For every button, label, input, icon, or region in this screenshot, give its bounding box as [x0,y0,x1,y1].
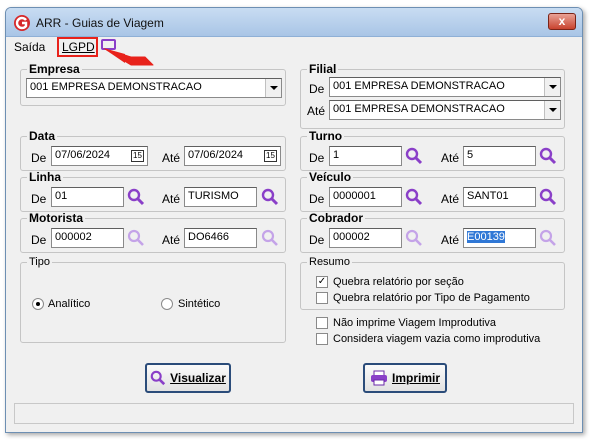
veiculo-ate-value: SANT01 [467,190,509,202]
empresa-select[interactable]: 001 EMPRESA DEMONSTRACAO [26,78,282,98]
cobrador-ate-input[interactable]: E00139 [463,228,536,248]
radio-sintetico[interactable] [161,298,173,310]
filial-de-label: De [309,82,325,96]
filial-legend: Filial [309,62,337,76]
visualizar-button[interactable]: Visualizar [145,363,231,393]
linha-ate-input[interactable]: TURISMO [184,187,257,207]
resumo-legend: Resumo [309,256,350,268]
search-icon[interactable] [405,229,423,247]
linha-de-input[interactable]: 01 [51,187,124,207]
linha-de-value: 01 [55,190,68,202]
printer-icon [370,370,387,386]
search-icon [150,370,166,386]
linha-de-label: De [31,192,47,206]
linha-ate-label: Até [162,192,181,206]
cobrador-de-input[interactable]: 000002 [329,228,402,248]
motorista-de-label: De [31,233,47,247]
sintetico-label[interactable]: Sintético [178,298,220,310]
considera-vazia-label[interactable]: Considera viagem vazia como improdutiva [333,333,540,345]
analitico-label[interactable]: Analítico [48,298,90,310]
chevron-down-icon[interactable] [265,79,281,97]
quebra-pagamento-label[interactable]: Quebra relatório por Tipo de Pagamento [333,292,530,304]
quebra-secao-label[interactable]: Quebra relatório por seção [333,276,464,288]
title-bar: ARR - Guias de Viagem x [6,8,582,37]
empresa-value: 001 EMPRESA DEMONSTRACAO [30,81,202,93]
radio-analitico[interactable] [32,298,44,310]
search-icon[interactable] [539,147,557,165]
checkbox-nao-imprime[interactable] [316,317,328,329]
turno-de-value: 1 [333,149,340,161]
turno-ate-value: 5 [467,149,474,161]
checkbox-considera-vazia[interactable] [316,333,328,345]
data-de-input[interactable]: 07/06/2024 15 [51,146,148,166]
app-logo-icon [14,15,30,31]
motorista-de-value: 000002 [55,231,92,243]
turno-de-input[interactable]: 1 [329,146,402,166]
window-title: ARR - Guias de Viagem [36,16,164,30]
imprimir-button[interactable]: Imprimir [363,363,447,393]
motorista-ate-label: Até [162,233,181,247]
search-icon[interactable] [539,188,557,206]
imprimir-label: Imprimir [391,371,440,385]
search-icon[interactable] [405,147,423,165]
checkbox-quebra-pagamento[interactable] [316,292,328,304]
linha-ate-value: TURISMO [188,190,239,202]
tipo-legend: Tipo [29,256,50,268]
filial-de-value: 001 EMPRESA DEMONSTRACAO [333,80,505,92]
data-de-label: De [31,151,47,165]
veiculo-de-label: De [309,192,325,206]
search-icon[interactable] [127,229,145,247]
data-ate-input[interactable]: 07/06/2024 15 [184,146,281,166]
data-ate-label: Até [162,151,181,165]
calendar-icon[interactable]: 15 [264,150,277,162]
veiculo-de-input[interactable]: 0000001 [329,187,402,207]
lgpd-highlight-box [57,37,98,57]
motorista-legend: Motorista [29,211,83,225]
veiculo-de-value: 0000001 [333,190,376,202]
status-bar [14,403,574,424]
motorista-de-input[interactable]: 000002 [51,228,124,248]
veiculo-legend: Veículo [309,170,352,184]
main-window: ARR - Guias de Viagem x Saída LGPD Empre… [5,7,583,433]
filial-ate-label: Até [307,104,326,118]
data-de-value: 07/06/2024 [55,149,111,161]
cobrador-ate-value: E00139 [467,231,505,243]
turno-de-label: De [309,151,325,165]
cobrador-legend: Cobrador [309,211,363,225]
chevron-down-icon[interactable] [544,78,560,96]
menu-saida[interactable]: Saída [14,40,45,54]
veiculo-ate-input[interactable]: SANT01 [463,187,536,207]
checkbox-quebra-secao[interactable]: ✓ [316,276,328,288]
linha-legend: Linha [29,170,61,184]
cobrador-de-value: 000002 [333,231,370,243]
cobrador-ate-label: Até [441,233,460,247]
turno-ate-label: Até [441,151,460,165]
empresa-legend: Empresa [29,62,80,76]
nao-imprime-label[interactable]: Não imprime Viagem Improdutiva [333,317,496,329]
search-icon[interactable] [405,188,423,206]
motorista-ate-input[interactable]: DO6466 [184,228,257,248]
veiculo-ate-label: Até [441,192,460,206]
cobrador-de-label: De [309,233,325,247]
calendar-icon[interactable]: 15 [131,150,144,162]
filial-de-select[interactable]: 001 EMPRESA DEMONSTRACAO [329,77,561,97]
search-icon[interactable] [261,229,279,247]
filial-ate-select[interactable]: 001 EMPRESA DEMONSTRACAO [329,100,561,120]
close-button[interactable]: x [548,13,576,30]
search-icon[interactable] [539,229,557,247]
search-icon[interactable] [261,188,279,206]
turno-legend: Turno [309,129,343,143]
turno-ate-input[interactable]: 5 [463,146,536,166]
data-legend: Data [29,129,56,143]
chevron-down-icon[interactable] [544,101,560,119]
data-ate-value: 07/06/2024 [188,149,244,161]
visualizar-label: Visualizar [170,371,226,385]
search-icon[interactable] [127,188,145,206]
motorista-ate-value: DO6466 [188,231,229,243]
filial-ate-value: 001 EMPRESA DEMONSTRACAO [333,103,505,115]
